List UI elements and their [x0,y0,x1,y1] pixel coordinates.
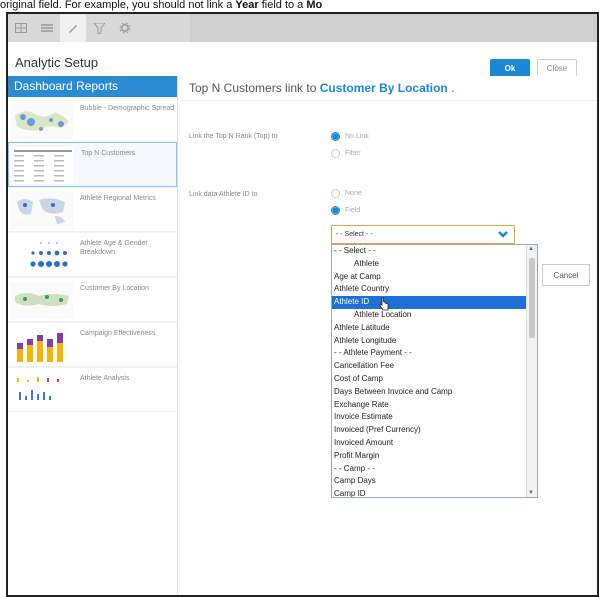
list-icon[interactable] [34,14,60,42]
dropdown-option[interactable]: Profit Margin [332,450,527,463]
top-n-rank-label: Link the Top N Rank (Top) to [189,133,278,140]
dropdown-option[interactable]: - - Athlete Payment - - [332,347,527,360]
filter-radio[interactable]: Filter [331,149,361,158]
dropdown-option[interactable]: Athlete [332,258,527,271]
report-item-campaign[interactable]: Campaign Effectiveness [8,322,177,367]
scrollbar-thumb[interactable] [529,258,535,338]
report-item-athlete-analysis[interactable]: Athlete Analysis [8,367,177,412]
world-map-thumbnail [11,192,73,229]
chevron-down-icon [498,231,508,238]
none-radio[interactable]: None [331,189,362,198]
grid-icon[interactable] [8,14,34,42]
dropdown-option[interactable]: - - Camp - - [332,463,527,476]
link-title-prefix: Top N Customers link to [189,81,320,95]
report-label: Athlete Age & Gender Breakdown [80,240,148,256]
toolbar-icons [8,14,190,42]
radio-dot [331,132,340,141]
cancel-button[interactable]: Cancel [542,264,590,286]
report-label: Campaign Effectiveness [80,330,156,337]
report-item-age-gender[interactable]: Athlete Age & Gender Breakdown [8,232,177,277]
dropdown-option[interactable]: Age at Camp [332,271,527,284]
caption-bold-mo: Mo [306,0,323,11]
table-thumbnail [12,147,74,184]
dropdown-option[interactable]: Athlete Country [332,283,527,296]
sidebar-heading: Dashboard Reports [8,76,177,97]
link-title-suffix: . [447,81,455,95]
field-select-value: - - Select - - [336,231,373,238]
radio-label: None [345,190,362,197]
dropdown-option[interactable]: Athlete Latitude [332,322,527,335]
radio-dot [331,206,340,215]
athlete-id-link-label: Link data Athlete ID to [189,191,258,198]
radio-dot [331,149,340,158]
gear-icon[interactable] [112,14,138,42]
report-label: Athlete Analysis [80,375,130,382]
dropdown-options: - - Select - - Athlete Age at Camp Athlete … [332,245,527,497]
toolbar [8,14,597,42]
filter-icon[interactable] [86,14,112,42]
field-radio[interactable]: Field [331,206,360,215]
report-label: Customer By Location [80,285,149,292]
report-item-athlete-regional[interactable]: Athlete Regional Metrics [8,187,177,232]
caption-text: original field. For example, you should … [0,0,236,11]
dropdown-option[interactable]: Athlete Location [332,309,527,322]
linked-report-name[interactable]: Customer By Location [320,81,448,95]
dropdown-option[interactable]: Camp ID [332,488,527,497]
dropdown-option[interactable]: Athlete Longitude [332,335,527,348]
report-item-bubble[interactable]: Bubble - Demographic Spread [8,97,177,142]
page-title: Analytic Setup [15,55,99,70]
radio-label: No Link [345,133,369,140]
mini-charts-thumbnail [11,372,73,409]
report-label: Bubble - Demographic Spread [80,105,175,112]
dropdown-option[interactable]: Cost of Camp [332,373,527,386]
analytic-setup-window: Analytic Setup Ok Close Dashboard Report… [6,12,599,597]
scroll-down-icon[interactable]: ▼ [528,490,534,496]
radio-dot [331,189,340,198]
dropdown-scrollbar[interactable]: ▲ ▼ [526,245,537,497]
scroll-up-icon[interactable]: ▲ [528,246,534,252]
radio-label: Field [345,207,361,214]
location-map-thumbnail [11,282,73,319]
link-settings-panel: Top N Customers link to Customer By Loca… [179,76,597,595]
field-dropdown-list[interactable]: - - Select - - Athlete Age at Camp Athlete … [331,244,538,498]
report-item-top-n-customers[interactable]: Top N Customers [8,142,177,187]
link-title: Top N Customers link to Customer By Loca… [189,81,454,95]
dropdown-option[interactable]: - - Select - - [332,245,527,258]
caption-text-middle: field to a [258,0,307,11]
hand-cursor-icon [379,297,389,311]
dropdown-option[interactable]: Invoiced Amount [332,437,527,450]
divider [179,100,597,101]
dropdown-option[interactable]: Days Between Invoice and Camp [332,386,527,399]
pencil-icon[interactable] [60,14,86,42]
dropdown-option[interactable]: Athlete ID [332,296,527,309]
no-link-radio[interactable]: No Link [331,132,369,141]
report-label: Athlete Regional Metrics [80,195,156,202]
dropdown-option[interactable]: Exchange Rate [332,399,527,412]
dropdown-option[interactable]: Invoiced (Pref Currency) [332,424,527,437]
field-select[interactable]: - - Select - - [331,225,515,244]
report-item-customer-location[interactable]: Customer By Location [8,277,177,322]
page-caption: original field. For example, you should … [0,0,599,12]
bubble-map-thumbnail [11,102,73,139]
dot-matrix-thumbnail [11,237,73,274]
report-label: Top N Customers [81,150,136,157]
caption-bold-year: Year [235,0,259,11]
dropdown-option[interactable]: Invoice Estimate [332,411,527,424]
radio-label: Filter [345,150,361,157]
dashboard-reports-sidebar: Dashboard Reports Bubble - Demographic S… [8,76,178,595]
stacked-bar-thumbnail [11,327,73,364]
dropdown-option[interactable]: Cancellation Fee [332,360,527,373]
dropdown-option[interactable]: Camp Days [332,475,527,488]
